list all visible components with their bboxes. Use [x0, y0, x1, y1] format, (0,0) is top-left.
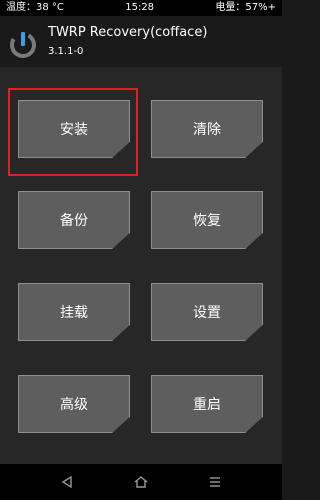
- twrp-logo-icon: [9, 32, 36, 58]
- settings-label: 设置: [193, 305, 221, 321]
- status-bar: 温度：38 °C 15:28 电量：57%+: [0, 0, 282, 16]
- temperature-text: 温度：38 °C: [6, 2, 64, 13]
- reboot-button[interactable]: 重启: [151, 375, 263, 433]
- wipe-button[interactable]: 清除: [151, 100, 263, 158]
- main-menu: 安装 清除 备份 恢复 挂载 设置 高级 重启: [0, 67, 282, 464]
- menu-button[interactable]: [201, 468, 229, 496]
- backup-button[interactable]: 备份: [18, 191, 130, 249]
- battery-text: 电量：57%+: [215, 2, 276, 13]
- advanced-label: 高级: [60, 397, 88, 413]
- app-header: TWRP Recovery(cofface) 3.1.1-0: [0, 16, 282, 67]
- menu-lines-icon: [210, 477, 220, 487]
- wipe-label: 清除: [193, 122, 221, 138]
- app-version: 3.1.1-0: [48, 46, 84, 57]
- install-button[interactable]: 安装: [18, 100, 130, 158]
- install-label: 安装: [60, 122, 88, 138]
- navigation-bar: [0, 464, 282, 500]
- home-button[interactable]: [127, 468, 155, 496]
- mount-label: 挂载: [60, 305, 88, 321]
- back-triangle-icon: [61, 475, 72, 489]
- clock-text: 15:28: [125, 2, 155, 13]
- mount-button[interactable]: 挂载: [18, 283, 130, 341]
- restore-button[interactable]: 恢复: [151, 191, 263, 249]
- restore-label: 恢复: [193, 213, 221, 229]
- advanced-button[interactable]: 高级: [18, 375, 130, 433]
- backup-label: 备份: [60, 213, 88, 229]
- settings-button[interactable]: 设置: [151, 283, 263, 341]
- reboot-label: 重启: [193, 397, 221, 413]
- back-button[interactable]: [53, 468, 81, 496]
- home-icon: [134, 476, 148, 488]
- app-title: TWRP Recovery(cofface): [48, 25, 208, 40]
